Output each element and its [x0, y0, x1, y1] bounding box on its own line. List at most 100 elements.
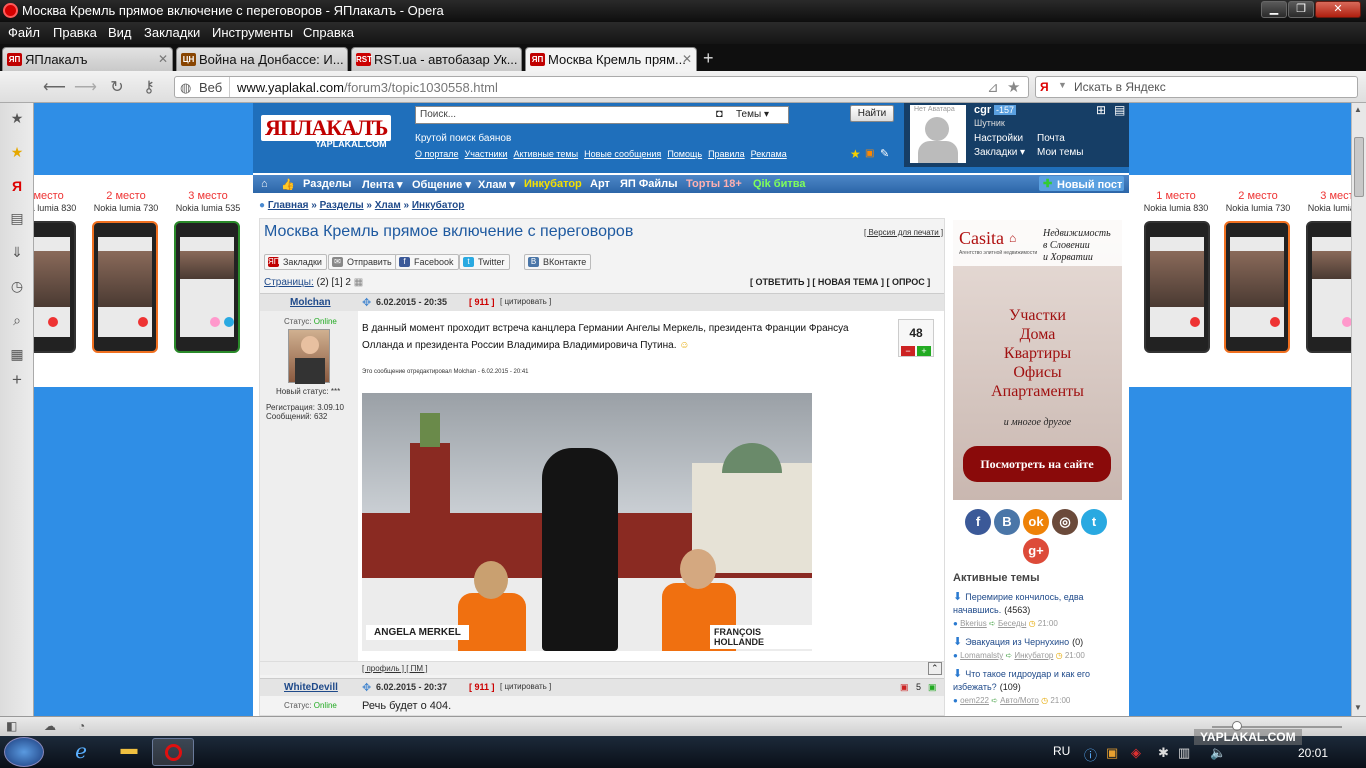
topic-user[interactable]: oem222	[960, 696, 989, 705]
tab-donbass[interactable]: ЦН Война на Донбассе: И...	[176, 47, 348, 71]
url-field[interactable]: ◍ Веб www.yaplakal.com/forum3/topic10305…	[174, 76, 1029, 98]
search-scope-select[interactable]: Темы ▾	[736, 109, 769, 120]
tab-moscow-kremlin[interactable]: ЯП Москва Кремль прям... ✕	[525, 47, 697, 71]
crumb-junk[interactable]: Хлам	[375, 200, 401, 211]
nav-feed[interactable]: Лента ▾	[362, 178, 403, 191]
home-icon[interactable]: ⌂	[261, 178, 268, 190]
author-avatar[interactable]	[288, 329, 330, 384]
menu-help[interactable]: Справка	[303, 25, 354, 40]
add-panel-icon[interactable]: +	[8, 371, 26, 389]
mail-link[interactable]: Почта	[1037, 133, 1065, 144]
mytopics-link[interactable]: Мои темы	[1037, 147, 1083, 158]
bluetooth-icon[interactable]: ✱	[1158, 745, 1169, 761]
yandex-panel-icon[interactable]: Я	[8, 177, 26, 195]
nav-cakes[interactable]: Торты 18+	[686, 178, 742, 190]
nav-junk[interactable]: Хлам ▾	[478, 178, 515, 191]
share-twitter-button[interactable]: t Twitter	[459, 254, 510, 270]
close-tab-icon[interactable]: ✕	[682, 52, 692, 66]
top-link[interactable]: Активные темы	[513, 149, 578, 159]
nav-qik[interactable]: Qik битва	[753, 178, 805, 190]
active-topic-link[interactable]: Что такое гидроудар и как его избежать?	[953, 669, 1090, 692]
top-link[interactable]: Новые сообщения	[584, 149, 661, 159]
bookmarks-link[interactable]: Закладки ▾	[974, 147, 1025, 158]
back-icon[interactable]: ⟵	[43, 77, 66, 97]
share-vk-button[interactable]: B ВКонтакте	[524, 254, 592, 270]
vertical-scrollbar[interactable]: ▲ ▼	[1351, 103, 1366, 716]
avatar[interactable]: Нет Аватара	[910, 105, 966, 163]
nav-talk[interactable]: Общение ▾	[412, 178, 471, 191]
post-number[interactable]: [ 911 ]	[469, 297, 495, 307]
print-version-link[interactable]: [ Версия для печати ]	[864, 228, 943, 237]
minimize-button[interactable]: ▁	[1261, 1, 1287, 18]
share-bookmarks-button[interactable]: ЯП Закладки	[264, 254, 327, 270]
history-icon[interactable]: ◷	[8, 277, 26, 295]
crumb-sections[interactable]: Разделы	[320, 200, 364, 211]
nav-art[interactable]: Арт	[590, 178, 610, 190]
username[interactable]: cgr	[974, 104, 991, 116]
nav-incubator[interactable]: Инкубатор	[524, 178, 582, 190]
downloads-icon[interactable]: ⇓	[8, 243, 26, 261]
post-image[interactable]: ANGELA MERKEL FRANÇOIS HOLLANDE	[362, 393, 812, 651]
crumb-incubator[interactable]: Инкубатор	[412, 200, 465, 211]
speed-dial-star-icon[interactable]: ★	[8, 143, 26, 161]
volume-icon[interactable]: 🔈	[1210, 745, 1226, 761]
menu-edit[interactable]: Правка	[53, 25, 97, 40]
star-icon[interactable]: ★	[1007, 78, 1020, 96]
key-icon[interactable]: ⚷	[138, 77, 160, 97]
settings-link[interactable]: Настройки	[974, 133, 1023, 144]
opera-logo-icon[interactable]	[3, 3, 18, 18]
menu-bookmarks[interactable]: Закладки	[144, 25, 200, 40]
bookmarks-star-icon[interactable]: ★	[8, 109, 26, 127]
post-author[interactable]: WhiteDevill	[284, 682, 338, 693]
site-info-label[interactable]: Веб	[199, 80, 222, 95]
site-logo[interactable]: ЯПЛАКАЛЪ	[261, 115, 392, 141]
top-link[interactable]: Реклама	[751, 149, 787, 159]
rate-down-icon[interactable]: ▣	[900, 682, 909, 693]
topic-actions[interactable]: [ ОТВЕТИТЬ ] [ НОВАЯ ТЕМА ] [ ОПРОС ]	[750, 277, 930, 287]
close-tab-icon[interactable]: ✕	[158, 52, 168, 66]
vk-icon[interactable]: В	[994, 509, 1020, 535]
top-link[interactable]: О портале	[415, 149, 458, 159]
tab-yaplakal[interactable]: ЯП ЯПлакалъ ✕	[2, 47, 173, 71]
opera-taskbar-button[interactable]	[152, 738, 194, 766]
rss-icon[interactable]: ⊿	[987, 79, 999, 96]
nav-sections[interactable]: Разделы	[303, 178, 351, 190]
speed-icon[interactable]: ◔	[78, 719, 85, 733]
menu-view[interactable]: Вид	[108, 25, 132, 40]
close-button[interactable]: ✕	[1315, 1, 1361, 18]
new-tab-icon[interactable]: +	[703, 48, 714, 69]
language-indicator[interactable]: RU	[1053, 744, 1070, 758]
info-tray-icon[interactable]: ⓘ	[1084, 745, 1097, 764]
top-link[interactable]: Правила	[708, 149, 745, 159]
pages-list[interactable]: (2) [1] 2	[317, 277, 351, 288]
rate-up-button[interactable]: +	[917, 346, 931, 356]
share-send-button[interactable]: ✉ Отправить	[328, 254, 397, 270]
topic-user[interactable]: Lomamalsty	[960, 651, 1003, 660]
top-link[interactable]: Помощь	[667, 149, 702, 159]
rss-icon[interactable]: ▣	[865, 148, 874, 159]
topic-section[interactable]: Инкубатор	[1014, 651, 1053, 660]
instagram-icon[interactable]: ◎	[1052, 509, 1078, 535]
network-icon[interactable]: ▥	[1178, 745, 1190, 761]
notes-icon[interactable]: ▤	[8, 209, 26, 227]
search-button[interactable]: Найти	[850, 105, 894, 122]
facebook-icon[interactable]: f	[965, 509, 991, 535]
chevron-down-icon[interactable]: ▼	[1058, 80, 1067, 90]
ad-cta-button[interactable]: Посмотреть на сайте	[963, 446, 1111, 482]
search-field[interactable]: Я ▼ Искать в Яндекс	[1035, 76, 1358, 98]
quote-link[interactable]: [ цитировать ]	[500, 297, 551, 306]
ie-icon[interactable]: ℯ	[58, 739, 104, 766]
thumbs-up-icon[interactable]: 👍	[281, 178, 295, 191]
start-button[interactable]	[4, 737, 44, 767]
maximize-button[interactable]: ❐	[1288, 1, 1314, 18]
left-ad-banner[interactable]: 1 место Nokia lumia 830 2 место Nokia lu…	[34, 175, 253, 387]
clipboard-icon[interactable]: ▤	[1114, 103, 1125, 117]
share-facebook-button[interactable]: f Facebook	[395, 254, 459, 270]
twitter-icon[interactable]: t	[1081, 509, 1107, 535]
rate-up-icon[interactable]: ▣	[928, 682, 937, 693]
turbo-icon[interactable]: ☁	[44, 719, 56, 733]
rate-down-button[interactable]: −	[901, 346, 915, 356]
explorer-icon[interactable]: ▬	[106, 739, 152, 766]
site-search-input[interactable]: Поиск... ◘ Темы ▾	[415, 106, 789, 124]
tab-rst[interactable]: RST RST.ua - автобазар Ук...	[351, 47, 522, 71]
